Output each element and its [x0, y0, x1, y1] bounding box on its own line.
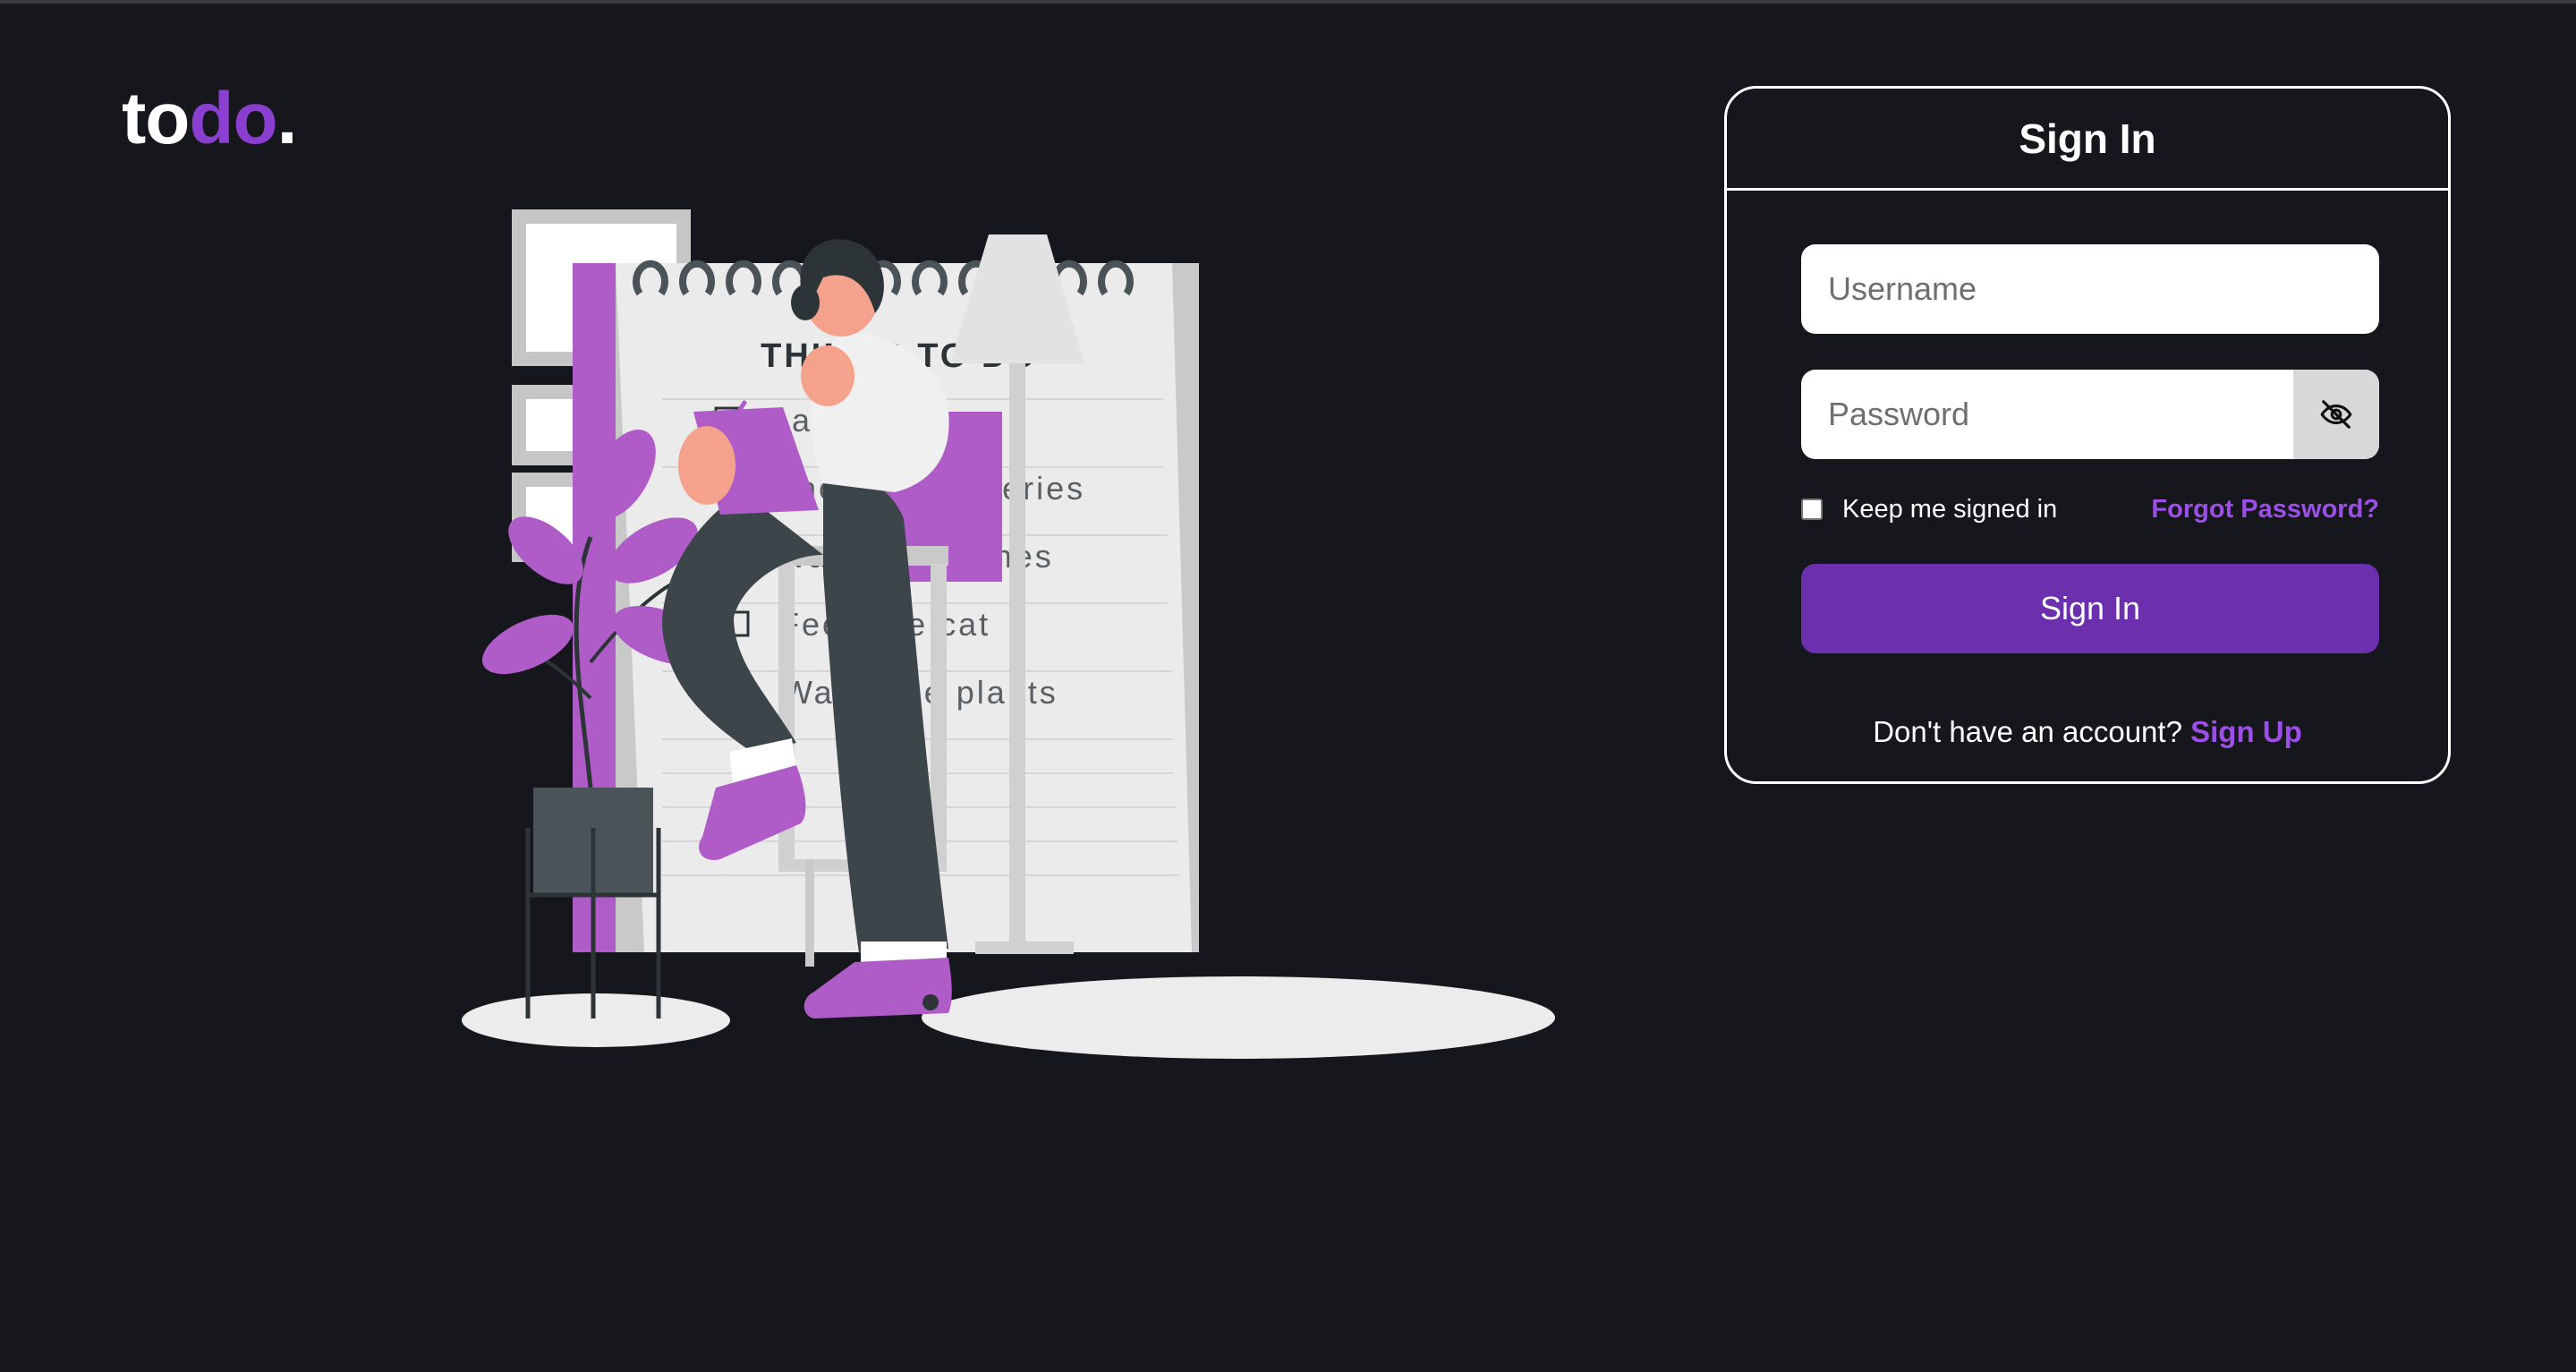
keep-signed-in[interactable]: Keep me signed in — [1801, 495, 2057, 524]
logo-dot: . — [276, 78, 298, 159]
signup-prompt: Don't have an account? Sign Up — [1727, 715, 2448, 749]
forgot-password-link[interactable]: Forgot Password? — [2151, 495, 2379, 524]
signin-button[interactable]: Sign In — [1801, 564, 2379, 653]
signin-options-row: Keep me signed in Forgot Password? — [1801, 490, 2379, 529]
password-field[interactable] — [1801, 370, 2379, 459]
no-account-text: Don't have an account? — [1873, 715, 2182, 748]
person-floor-shadow — [922, 976, 1555, 1059]
signin-title: Sign In — [1727, 89, 2448, 191]
window-top-border — [0, 0, 2576, 4]
signup-link[interactable]: Sign Up — [2190, 715, 2302, 748]
logo-part-do: do — [189, 78, 277, 159]
keep-signed-in-checkbox[interactable] — [1801, 499, 1823, 520]
todo-illustration: THINGS TO DO Laundry Shop for groceries … — [462, 209, 1555, 1059]
app-logo: todo. — [122, 82, 297, 156]
signin-card: Sign In Keep me signed in Forgot Passwor… — [1724, 86, 2451, 784]
keep-signed-in-label: Keep me signed in — [1842, 494, 2058, 524]
password-input[interactable] — [1801, 370, 2293, 459]
username-field[interactable] — [1801, 244, 2379, 334]
username-input[interactable] — [1801, 244, 2379, 334]
plant-floor-shadow — [462, 993, 730, 1047]
logo-part-to: to — [122, 78, 190, 159]
toggle-password-visibility-button[interactable] — [2293, 370, 2379, 459]
eye-off-icon — [2320, 400, 2352, 429]
